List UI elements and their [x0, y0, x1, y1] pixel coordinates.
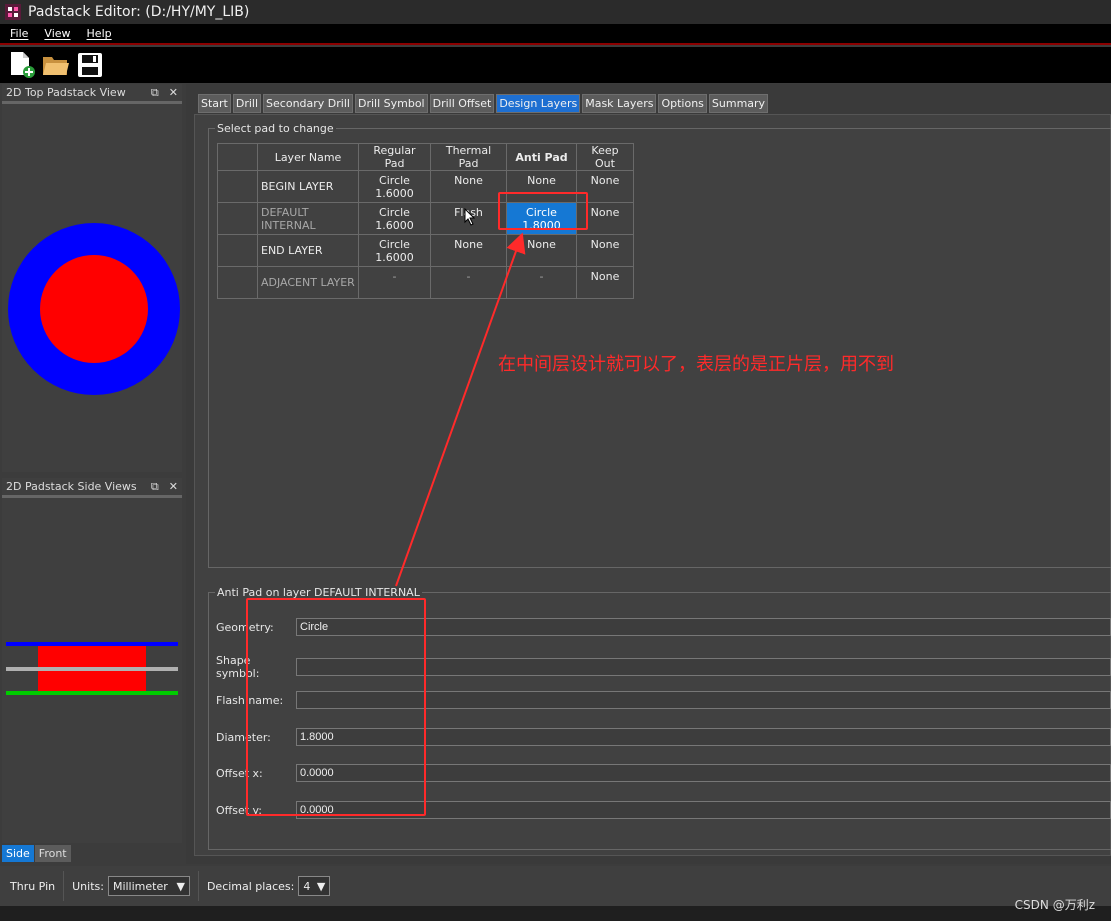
units-value: Millimeter	[112, 879, 168, 893]
divider	[63, 871, 65, 901]
pin-type-label: Thru Pin	[10, 879, 56, 893]
annotation-arrow	[395, 232, 526, 587]
annotation-note: 在中间层设计就可以了，表层的是正片层，用不到	[498, 354, 894, 375]
divider	[197, 871, 199, 901]
decimal-label: Decimal places:	[206, 879, 295, 893]
decimal-select[interactable]: 4 ▼	[298, 876, 331, 896]
chevron-down-icon: ▼	[316, 879, 326, 893]
watermark: CSDN @万利z	[1014, 898, 1095, 912]
decimal-value: 4	[303, 879, 311, 893]
chevron-down-icon: ▼	[176, 879, 185, 893]
units-select[interactable]: Millimeter ▼	[107, 876, 190, 896]
status-bar: Thru Pin Units: Millimeter ▼ Decimal pla…	[0, 866, 1111, 906]
taskbar	[0, 906, 1111, 921]
units-label: Units:	[72, 879, 104, 893]
cursor-icon	[464, 208, 476, 226]
